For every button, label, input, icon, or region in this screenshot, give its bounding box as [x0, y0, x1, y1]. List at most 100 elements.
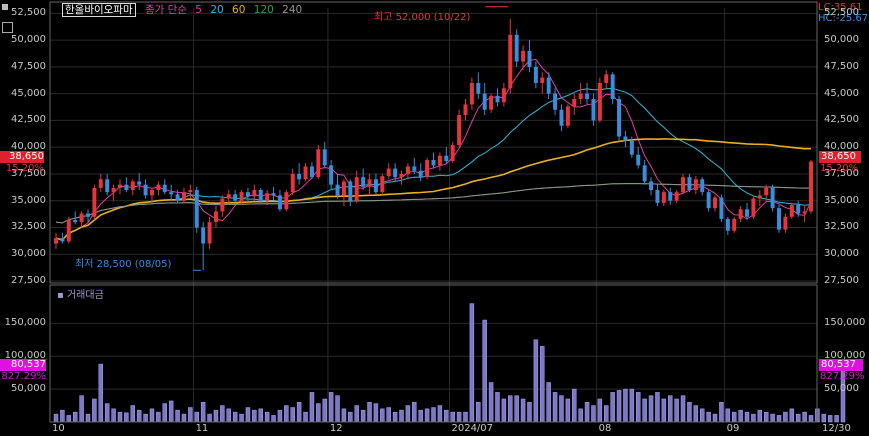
candle-body [201, 227, 206, 244]
legend-ma-5[interactable]: 5 [195, 4, 202, 16]
candle-body [277, 195, 282, 210]
volume-bar [296, 402, 302, 423]
candle-body [303, 166, 308, 180]
volume-bar [309, 392, 315, 423]
price-tick-left: 32,500 [11, 221, 46, 233]
volume-bar [418, 409, 423, 423]
current-volume-right: 80,537 [819, 359, 863, 371]
candle-body [495, 95, 500, 103]
volume-bar [712, 413, 718, 423]
candle-body [732, 218, 737, 231]
volume-bar [795, 413, 801, 423]
volume-bar [642, 398, 647, 423]
legend-ma-20[interactable]: 20 [210, 4, 223, 16]
volume-bar [572, 388, 577, 423]
volume-bar [328, 392, 334, 423]
volume-bar [699, 408, 705, 423]
candle-body [553, 93, 558, 110]
candle-body [86, 213, 90, 217]
candle-body [661, 192, 666, 203]
volume-bar [437, 405, 443, 423]
candle-body [540, 77, 545, 83]
candle-body [809, 161, 813, 212]
candle-body [290, 173, 295, 193]
candle-body [425, 160, 430, 178]
candle-body [380, 176, 385, 193]
price-tick-right: 47,500 [824, 60, 859, 72]
candle-body [668, 192, 673, 201]
current-volume-left: 80,537 [0, 359, 46, 371]
candle-body [501, 88, 506, 103]
candle-body [706, 192, 711, 209]
candle-body [335, 184, 340, 196]
price-panel-frame [49, 1, 818, 284]
volume-bar [168, 400, 174, 423]
candle-body [348, 181, 353, 201]
legend-ma-120[interactable]: 120 [254, 4, 274, 16]
current-price-left: 38,650 [0, 151, 44, 163]
candle-body [642, 165, 647, 182]
candle-body [617, 99, 622, 137]
volume-bar [130, 405, 136, 423]
date-tick: 12 [329, 423, 343, 434]
volume-bar [399, 409, 404, 423]
candle-body [265, 193, 270, 201]
volume-bar [156, 411, 161, 423]
volume-legend: ▪ 거래대금 [57, 290, 104, 301]
current-volume-pct-right: 827.29% [820, 371, 865, 382]
stock-chart[interactable] [0, 0, 869, 436]
date-tick-last: 12/30 [822, 423, 851, 434]
volume-bar [680, 395, 686, 423]
volume-bar [693, 405, 699, 423]
stock-name[interactable]: 한올바이오파마 [62, 3, 136, 17]
volume-bar [827, 415, 833, 423]
volume-bar [412, 402, 417, 423]
candle-body [239, 192, 244, 201]
candle-body [777, 208, 781, 230]
candle-body [514, 34, 519, 62]
volume-bar [72, 411, 78, 423]
volume-bar [424, 408, 430, 423]
candle-body [751, 198, 756, 217]
volume-bar [687, 402, 692, 423]
candle-body [713, 197, 718, 209]
candle-body [386, 168, 391, 177]
candle-body [725, 218, 730, 231]
volume-bar [220, 405, 225, 423]
candle-body [546, 77, 551, 94]
candle-body [719, 197, 724, 219]
volume-bar [117, 411, 123, 423]
volume-bar [584, 402, 590, 423]
volume-bar [591, 405, 596, 423]
candle-body [418, 170, 423, 178]
grid-toggle-icon[interactable] [2, 22, 13, 33]
legend-ma-60[interactable]: 60 [232, 4, 245, 16]
volume-bar [207, 413, 212, 423]
volume-bar [252, 409, 257, 423]
volume-bar [92, 398, 97, 423]
candle-body [649, 181, 654, 190]
moving-average-lines [55, 58, 812, 241]
current-price-right: 38,650 [819, 151, 861, 163]
candle-body [137, 181, 142, 185]
candle-body [156, 184, 161, 190]
candle-body [431, 160, 436, 166]
volume-bar [341, 408, 347, 423]
volume-bar [380, 408, 385, 423]
candle-body [60, 238, 65, 242]
candle-body [700, 179, 705, 193]
legend-ma-240[interactable]: 240 [282, 4, 302, 16]
candle-body [559, 109, 564, 126]
candle-body [412, 166, 417, 171]
candle-body [130, 181, 135, 190]
volume-bar [674, 398, 679, 423]
volume-bar [284, 405, 289, 423]
volume-tick-left: 50,000 [11, 383, 46, 395]
candle-body [181, 192, 186, 201]
volume-bar [731, 411, 737, 423]
candle-body [252, 190, 257, 197]
volume-bar [456, 411, 462, 423]
candle-body [111, 187, 116, 193]
volume-bar [540, 346, 545, 423]
volume-bar [629, 388, 635, 423]
